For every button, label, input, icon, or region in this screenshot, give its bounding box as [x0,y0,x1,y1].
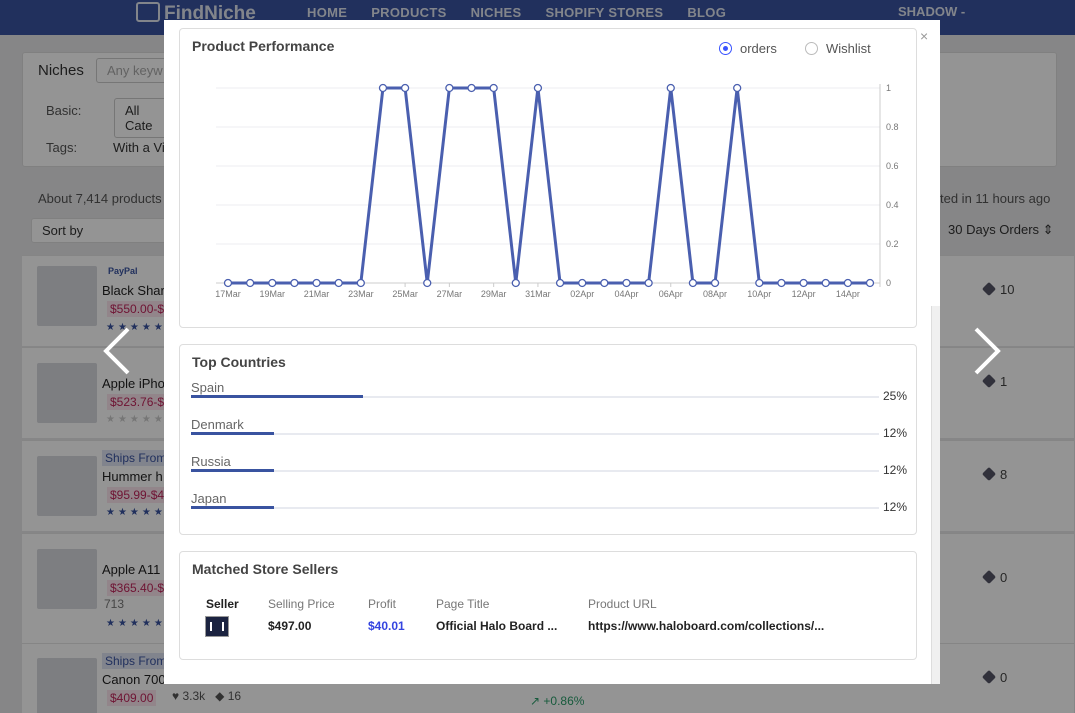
country-percent: 12% [882,500,907,514]
y-tick-label: 0.2 [886,239,899,249]
matched-sellers-title: Matched Store Sellers [192,561,339,577]
country-bar-fill [191,432,274,435]
data-point [821,278,830,288]
country-percent: 25% [882,389,907,403]
country-bar-fill [191,395,363,398]
data-point [777,278,786,288]
x-tick-label: 08Apr [703,289,727,299]
data-point [622,278,631,288]
header-page-title: Page Title [436,597,490,611]
data-point [290,278,299,288]
data-point [467,83,476,93]
country-bar-fill [191,469,274,472]
country-bar-track [191,395,879,398]
top-countries-title: Top Countries [192,354,286,370]
x-tick-label: 27Mar [437,289,463,299]
x-tick-label: 12Apr [792,289,816,299]
next-arrow-icon[interactable] [972,324,1002,389]
data-point [356,278,365,288]
seller-price: $497.00 [268,619,312,633]
x-tick-label: 19Mar [260,289,286,299]
series-line [228,86,870,285]
previous-arrow-icon[interactable] [102,324,132,389]
data-point [245,278,255,288]
data-point [799,278,808,288]
data-point [511,278,520,288]
modal-scrollbar[interactable] [931,306,940,684]
data-point [644,278,653,288]
x-tick-label: 04Apr [614,289,638,299]
header-product-url: Product URL [588,597,657,611]
close-icon[interactable]: × [920,28,928,44]
country-bar-track [191,506,879,509]
data-point [755,278,764,288]
x-tick-label: 23Mar [348,289,374,299]
seller-product-url[interactable]: https://www.haloboard.com/collections/..… [588,619,824,633]
country-row: Russia 12% [191,454,907,484]
data-point [378,83,388,93]
x-tick-label: 17Mar [215,289,241,299]
x-tick-label: 31Mar [525,289,551,299]
country-row: Japan 12% [191,491,907,521]
data-point [268,278,277,288]
header-selling-price: Selling Price [268,597,335,611]
data-point [555,278,565,288]
x-tick-label: 14Apr [836,289,860,299]
y-tick-label: 0.4 [886,200,899,210]
x-tick-label: 06Apr [659,289,683,299]
data-point [578,278,587,288]
data-point [223,278,233,288]
country-name: Russia [191,454,231,469]
country-percent: 12% [882,463,907,477]
data-point [312,278,321,288]
data-point [445,83,454,93]
country-row: Spain 25% [191,380,907,410]
y-tick-label: 0 [886,278,891,288]
x-tick-label: 21Mar [304,289,330,299]
data-point [865,278,875,288]
country-row: Denmark 12% [191,417,907,447]
country-percent: 12% [882,426,907,440]
header-seller: Seller [206,597,239,611]
country-name: Japan [191,491,227,506]
country-name: Spain [191,380,225,395]
data-point [733,83,742,93]
x-tick-label: 25Mar [392,289,418,299]
seller-profit: $40.01 [368,619,405,633]
data-point [489,83,498,93]
x-tick-label: 29Mar [481,289,507,299]
y-tick-label: 0.8 [886,122,899,132]
data-point [423,278,432,288]
data-point [666,83,675,93]
seller-page-title[interactable]: Official Halo Board ... [436,619,557,633]
data-point [400,83,410,93]
store-logo-mark-icon [210,622,224,631]
data-point [710,278,720,288]
country-bar-track [191,432,879,435]
country-bar-track [191,469,879,472]
header-profit: Profit [368,597,397,611]
y-tick-label: 1 [886,83,891,93]
data-point [843,278,853,288]
x-tick-label: 02Apr [570,289,594,299]
seller-store-logo[interactable] [205,616,229,637]
data-point [600,278,609,288]
y-tick-label: 0.6 [886,161,899,171]
x-tick-label: 10Apr [747,289,771,299]
data-point [334,278,343,288]
data-point [533,83,543,93]
country-bar-fill [191,506,274,509]
performance-panel: Product Performance orders Wishlist 0 0.2… [179,28,917,328]
performance-line-chart: 0 0.2 0.4 0.6 0.8 1 17Mar 19Mar 21Mar 23Mar 25Mar 2… [215,83,899,299]
data-point [688,278,698,288]
country-name: Denmark [191,417,244,432]
